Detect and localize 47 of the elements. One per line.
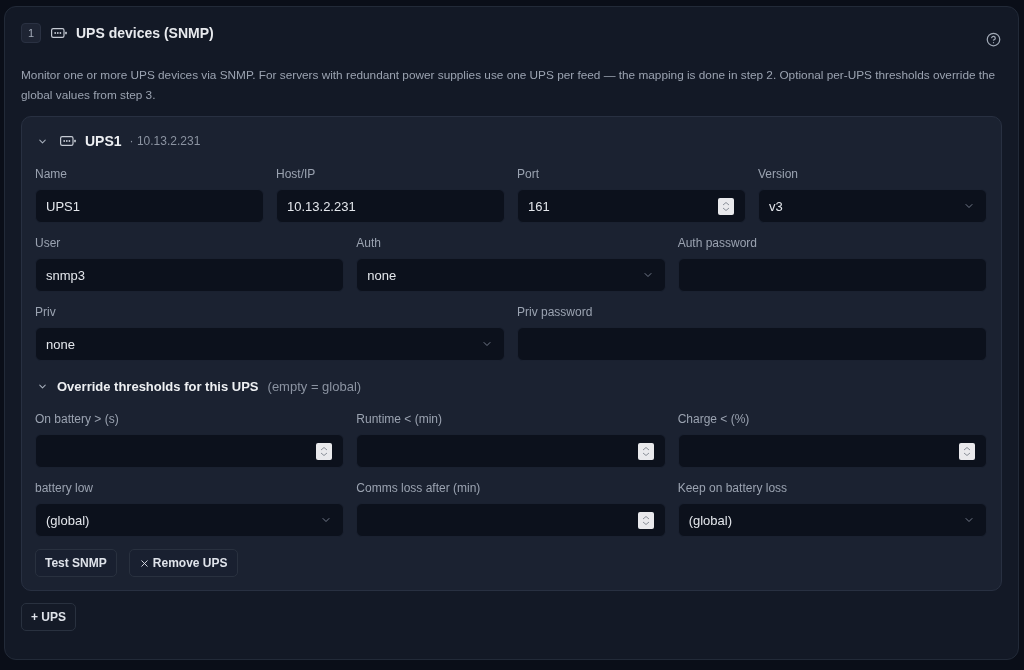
text-field[interactable]: UPS1 — [35, 189, 264, 223]
overrides-hint: (empty = global) — [267, 378, 362, 394]
section-description: Monitor one or more UPS devices via SNMP. For servers with redundant power supplies use one UPS per feed — the mapping is done in step 2. Optional per-UPS thresholds override the global values from step 3. — [21, 67, 997, 104]
field-label: Auth password — [677, 236, 759, 250]
field-label: Name — [35, 167, 68, 181]
stepper-icon[interactable] — [718, 197, 734, 215]
field-label: Host/IP — [276, 167, 317, 181]
number-field[interactable] — [677, 434, 987, 468]
number-field[interactable] — [356, 434, 666, 468]
number-field[interactable]: 161 — [517, 189, 746, 223]
field-label: Runtime < (min) — [356, 412, 443, 426]
field-label: Priv — [35, 305, 57, 319]
select-field[interactable]: (global) — [677, 503, 987, 537]
field-label: Port — [517, 167, 540, 181]
step-badge: 1 — [21, 23, 41, 43]
field-label: On battery > (s) — [35, 412, 120, 426]
field-label: battery low — [35, 481, 95, 495]
overrides-title: Override thresholds for this UPS — [57, 378, 259, 394]
stepper-icon[interactable] — [959, 442, 975, 460]
add-ups-button[interactable]: + UPS — [21, 603, 76, 631]
field-label: Charge < (%) — [677, 412, 751, 426]
select-field[interactable]: (global) — [35, 503, 345, 537]
section-title: UPS devices (SNMP) — [76, 25, 214, 41]
stepper-icon[interactable] — [637, 442, 654, 460]
field-label: User — [35, 236, 62, 250]
field-label: Comms loss after (min) — [356, 481, 482, 495]
select-field[interactable]: none — [35, 327, 505, 361]
x-icon — [138, 557, 150, 569]
stepper-icon[interactable] — [637, 511, 654, 529]
text-field[interactable]: 10.13.2.231 — [276, 189, 505, 223]
field-label: Auth — [356, 236, 382, 250]
battery-icon — [51, 28, 67, 38]
battery-icon — [60, 136, 76, 146]
stepper-icon[interactable] — [316, 442, 333, 460]
number-field[interactable] — [35, 434, 345, 468]
text-field[interactable]: snmp3 — [35, 258, 345, 292]
select-field[interactable]: v3 — [758, 189, 987, 223]
field-label: Version — [758, 167, 800, 181]
remove-button[interactable]: Remove UPS — [128, 549, 238, 577]
field-label: Priv password — [517, 305, 594, 319]
field-label: Keep on battery loss — [677, 481, 789, 495]
number-field[interactable] — [356, 503, 666, 537]
ups-address: · 10.13.2.231 — [129, 134, 201, 148]
help-icon[interactable] — [986, 32, 1001, 47]
select-field[interactable]: none — [356, 258, 666, 292]
test-button[interactable]: Test SNMP — [35, 549, 117, 577]
ups-name: UPS1 — [85, 133, 122, 149]
